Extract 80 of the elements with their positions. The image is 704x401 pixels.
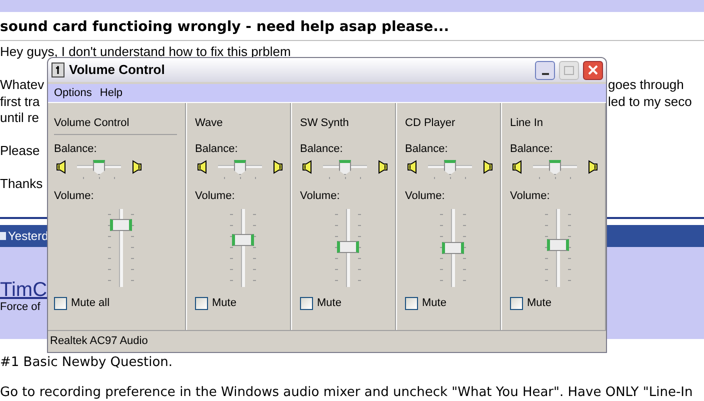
speaker-icon [271, 160, 283, 174]
speaker-icon [376, 160, 388, 174]
post-text: led to my seco [608, 94, 692, 108]
mute-checkbox[interactable] [54, 296, 67, 310]
speaker-icon [302, 160, 314, 174]
balance-label: Balance: [405, 143, 449, 156]
slider-thumb[interactable] [336, 240, 358, 253]
slider-thumb[interactable] [110, 218, 132, 231]
slider-thumb[interactable] [93, 160, 105, 175]
post-text: first tra [0, 94, 40, 108]
slider-thumb[interactable] [339, 160, 351, 175]
speaker-icon [56, 160, 68, 174]
volume-label: Volume: [510, 190, 551, 203]
volume-slider[interactable] [106, 209, 136, 287]
slider-thumb[interactable] [442, 242, 464, 254]
slider-thumb[interactable] [546, 238, 568, 251]
balance-slider[interactable] [428, 160, 472, 180]
post-text: Please [0, 143, 40, 158]
speaker-icon [407, 160, 419, 174]
balance-label: Balance: [300, 143, 344, 156]
menu-item[interactable]: Help [98, 86, 125, 100]
slider-thumb[interactable] [232, 234, 254, 246]
mute-label: Mute [422, 296, 446, 311]
close-button[interactable] [583, 60, 603, 80]
balance-label: Balance: [195, 143, 239, 156]
mute-checkbox[interactable] [405, 296, 418, 310]
window-title: Volume Control [69, 61, 166, 80]
balance-slider[interactable] [533, 160, 577, 180]
volume-label: Volume: [54, 190, 95, 203]
volume-slider[interactable] [542, 209, 572, 287]
speaker-icon [130, 160, 142, 174]
close-icon [588, 65, 598, 75]
speaker-icon [512, 160, 524, 174]
mute-label: Mute [212, 296, 236, 311]
speaker-icon [586, 160, 598, 174]
volume-label: Volume: [195, 190, 236, 203]
mute-checkbox[interactable] [510, 296, 523, 310]
window-icon [51, 62, 65, 78]
post-text: Thanks [0, 176, 43, 191]
mute-checkbox[interactable] [300, 296, 313, 310]
post-text: Hey guys, I don't understand how to fix this prblem [0, 44, 291, 59]
menu-item[interactable]: Options [52, 86, 94, 100]
maximize-icon [564, 66, 574, 74]
balance-slider[interactable] [77, 160, 121, 180]
minimize-icon [542, 72, 548, 74]
slider-thumb[interactable] [549, 160, 561, 175]
reply-text: #1 Basic Newby Question. [0, 354, 174, 372]
speaker-icon [481, 160, 493, 174]
slider-thumb[interactable] [444, 160, 456, 175]
volume-slider[interactable] [228, 209, 258, 287]
channel-name: Line In [510, 116, 544, 131]
reply-date: Yesterd [8, 228, 48, 244]
channel-name: SW Synth [300, 116, 350, 131]
channel-name: CD Player [405, 116, 456, 131]
author-title: Force of [0, 300, 40, 312]
channel-name: Wave [195, 116, 224, 131]
volume-label: Volume: [405, 190, 446, 203]
reply-text: Go to recording preference in the Windows audio mixer and uncheck "What You Hear". Have ONLY "Line-In [0, 384, 694, 400]
volume-slider[interactable] [438, 209, 468, 287]
balance-slider[interactable] [218, 160, 262, 180]
minimize-button[interactable] [535, 60, 555, 80]
post-text: Whatev [0, 77, 44, 92]
volume-slider[interactable] [332, 209, 362, 287]
mute-label: Mute [317, 296, 342, 311]
channel-name: Volume Control [54, 115, 177, 135]
mute-checkbox[interactable] [195, 296, 208, 310]
document-icon [0, 231, 6, 240]
status-bar: Realtek AC97 Audio [48, 330, 606, 352]
mute-label: Mute all [71, 296, 110, 311]
balance-slider[interactable] [323, 160, 367, 180]
author-link[interactable]: TimC [0, 278, 47, 300]
post-text: goes through [608, 77, 684, 92]
speaker-icon [197, 160, 209, 174]
mute-label: Mute [527, 296, 552, 311]
thread-title: sound card functioing wrongly - need help asap please... [0, 18, 450, 37]
post-text: until re [0, 110, 40, 125]
balance-label: Balance: [510, 143, 554, 156]
volume-label: Volume: [300, 190, 341, 203]
balance-label: Balance: [54, 143, 98, 156]
slider-thumb[interactable] [234, 160, 246, 175]
